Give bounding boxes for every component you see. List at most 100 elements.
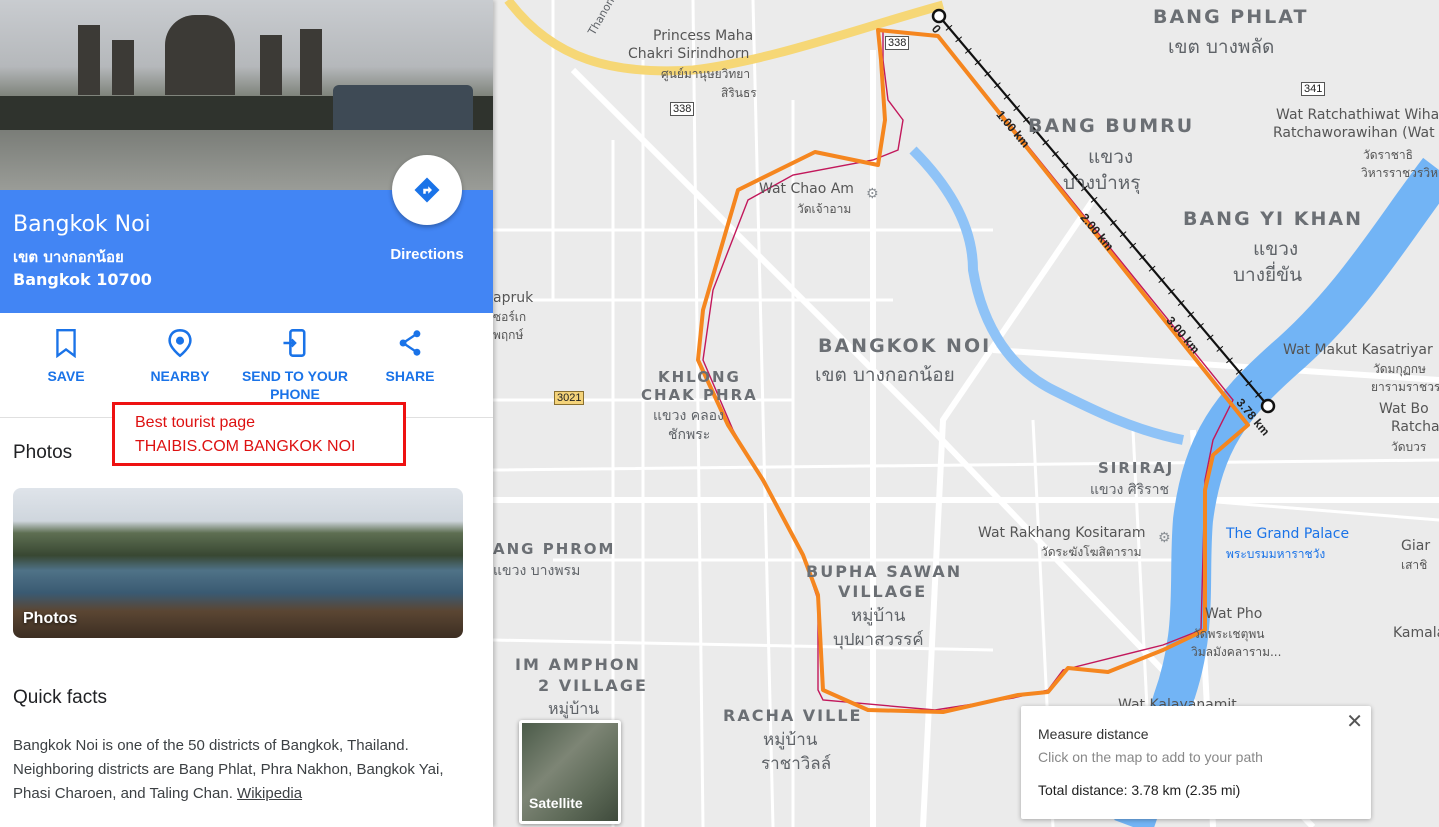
send-to-phone-icon [283, 329, 306, 357]
poi-label[interactable]: The Grand Palace [1226, 526, 1349, 542]
district-thai-label: หมู่บ้าน [763, 730, 818, 750]
temple-icon[interactable]: ⚙ [866, 186, 879, 202]
poi-thai-label: สิรินธร [721, 86, 757, 100]
route-shield: 3021 [554, 391, 585, 405]
poi-thai-label: ศูนย์มานุษยวิทยา [661, 67, 751, 81]
location-pin-icon [168, 329, 192, 358]
poi-thai-label: วัดบวร [1391, 440, 1427, 454]
poi-label[interactable]: Wat Ratchathiwat Wiha [1276, 107, 1439, 123]
temple-icon[interactable]: ⚙ [1158, 530, 1171, 546]
poi-label[interactable]: Giar [1401, 538, 1430, 554]
poi-label[interactable]: Wat Pho [1205, 606, 1262, 622]
district-label: KHLONG [658, 368, 741, 386]
district-thai-label: บางยี่ขัน [1233, 264, 1303, 286]
poi-thai-label: วัดราชาธิ [1363, 148, 1413, 162]
temple-main [165, 15, 235, 95]
measure-end-point [1260, 398, 1276, 414]
poi-label[interactable]: Ratchaworawihan (Wat [1273, 125, 1435, 141]
send-to-phone-label: SEND TO YOUR PHONE [241, 368, 349, 402]
photos-thumbnail[interactable]: Photos [13, 488, 463, 638]
directions-icon [414, 177, 440, 203]
bookmark-icon [56, 328, 76, 358]
district-label: VILLAGE [838, 582, 928, 601]
share-label: SHARE [385, 368, 435, 384]
close-icon[interactable]: ✕ [1346, 709, 1363, 734]
district-label: IM AMPHON [515, 655, 641, 674]
poi-label[interactable]: Wat Chao Am [759, 181, 854, 197]
route-shield: 341 [1301, 82, 1326, 96]
place-title: Bangkok Noi [13, 212, 151, 237]
district-label: BANG YI KHAN [1183, 208, 1363, 230]
poi-thai-label: วิมลมังคลาราม... [1191, 645, 1282, 659]
district-thai-label: หมู่บ้าน [548, 699, 600, 718]
district-label: 2 VILLAGE [538, 676, 648, 695]
poi-thai-label: วัดมกุฏกษ [1373, 362, 1426, 376]
annotation-box: Best tourist page THAIBIS.COM BANGKOK NO… [112, 402, 406, 466]
quick-facts-heading: Quick facts [13, 687, 107, 708]
poi-label[interactable]: Princess Maha [653, 28, 753, 44]
satellite-label: Satellite [529, 795, 583, 811]
poi-thai-label: ซอร์เก [493, 310, 527, 324]
poi-label[interactable]: Chakri Sirindhorn [628, 46, 749, 62]
poi-label[interactable]: Kamalaw [1393, 625, 1439, 641]
district-thai-label: บุปผาสวรรค์ [833, 630, 924, 650]
poi-thai-label: พฤกษ์ [493, 328, 524, 342]
measure-hint: Click on the map to add to your path [1038, 749, 1263, 765]
poi-label[interactable]: Wat Makut Kasatriyar [1283, 342, 1433, 358]
nearby-label: NEARBY [150, 368, 210, 384]
save-button[interactable]: SAVE [6, 325, 126, 385]
send-to-phone-button[interactable]: SEND TO YOUR PHONE [235, 325, 355, 403]
district-thai-label: หมู่บ้าน [851, 606, 906, 626]
quick-facts-text: Bangkok Noi is one of the 50 districts o… [13, 734, 463, 806]
share-button[interactable]: SHARE [350, 325, 470, 385]
route-shield: 338 [885, 36, 910, 50]
temple-spire [300, 29, 322, 95]
district-label: SIRIRAJ [1098, 459, 1175, 477]
temple-spire [112, 40, 134, 95]
district-thai-label: บางบำหรุ [1063, 172, 1141, 194]
district-label: ANG PHROM [493, 540, 616, 558]
district-thai-label: ราชาวิลล์ [761, 754, 832, 774]
district-label: CHAK PHRA [641, 386, 758, 404]
district-thai-label: ชักพระ [668, 427, 711, 443]
poi-thai-label: เสาชิ [1401, 558, 1428, 572]
directions-label[interactable]: Directions [372, 246, 482, 263]
measure-title: Measure distance [1038, 726, 1149, 742]
photos-caption: Photos [23, 610, 78, 627]
directions-button[interactable] [392, 155, 462, 225]
poi-thai-label: วัดระฆังโฆสิตาราม [1041, 545, 1142, 559]
temple-spire [260, 35, 282, 95]
place-thai-name: เขต บางกอกน้อย [13, 248, 124, 266]
annotation-line-2: THAIBIS.COM BANGKOK NOI [135, 438, 356, 455]
satellite-toggle[interactable]: Satellite [519, 720, 621, 824]
map-canvas[interactable]: 0 1.00 km 2.00 km 3.00 km 3.78 km BANG P… [493, 0, 1439, 827]
poi-label[interactable]: Ratcha [1391, 419, 1439, 435]
measure-start-point [931, 8, 947, 24]
nearby-button[interactable]: NEARBY [120, 325, 240, 385]
wikipedia-link[interactable]: Wikipedia [237, 785, 302, 802]
place-address: Bangkok 10700 [13, 270, 152, 289]
district-label: BANG BUMRU [1028, 115, 1195, 137]
district-label: BANG PHLAT [1153, 6, 1309, 28]
route-shield: 338 [670, 102, 695, 116]
district-label: BUPHA SAWAN [806, 562, 963, 581]
poi-thai-label: พระบรมมหาราชวัง [1226, 547, 1326, 561]
district-thai-label: แขวง บางพรม [493, 563, 581, 579]
boat [333, 85, 473, 135]
district-label: BANGKOK NOI [818, 335, 992, 357]
poi-label[interactable]: Wat Rakhang Kositaram [978, 525, 1146, 541]
annotation-line-1: Best tourist page [135, 414, 256, 431]
poi-thai-label: วัดพระเชตุพน [1193, 627, 1265, 641]
measure-distance-card: Measure distance Click on the map to add… [1021, 706, 1371, 819]
action-bar: SAVE NEARBY SEND TO YOUR PHONE SHARE [0, 325, 493, 410]
photos-heading: Photos [13, 442, 73, 463]
share-icon [399, 330, 421, 356]
temple-spire [78, 25, 100, 95]
place-panel: Bangkok Noi เขต บางกอกน้อย Bangkok 10700… [0, 0, 493, 827]
poi-thai-label: วิหารราชวรวิห [1361, 166, 1438, 180]
poi-label[interactable]: Wat Bo [1379, 401, 1429, 417]
poi-thai-label: ยารามราชวร [1371, 380, 1439, 394]
poi-label[interactable]: apruk [493, 290, 533, 306]
measure-total: Total distance: 3.78 km (2.35 mi) [1038, 782, 1241, 798]
district-thai-label: แขวง ศิริราช [1090, 482, 1170, 498]
